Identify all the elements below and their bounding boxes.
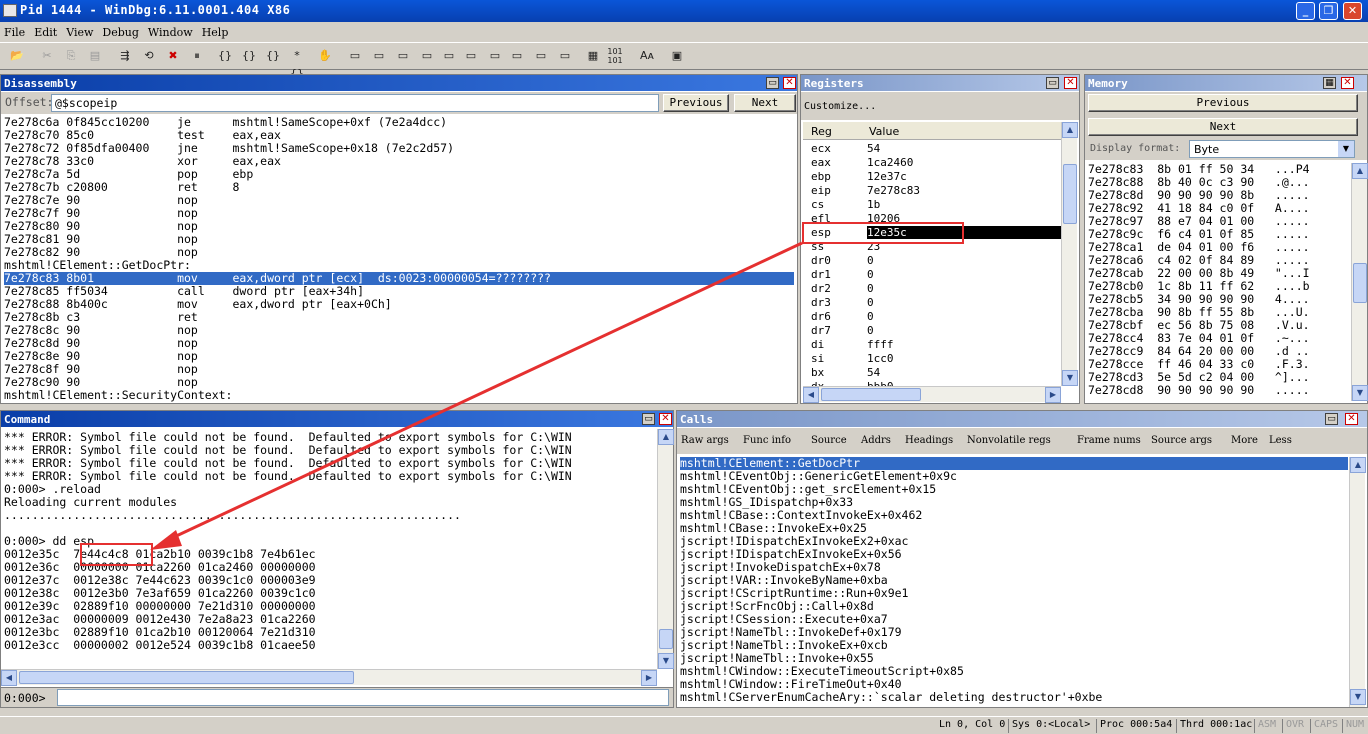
annotation-arrow bbox=[150, 241, 803, 550]
arrow-shaft bbox=[171, 241, 803, 540]
arrow-head bbox=[150, 530, 182, 550]
